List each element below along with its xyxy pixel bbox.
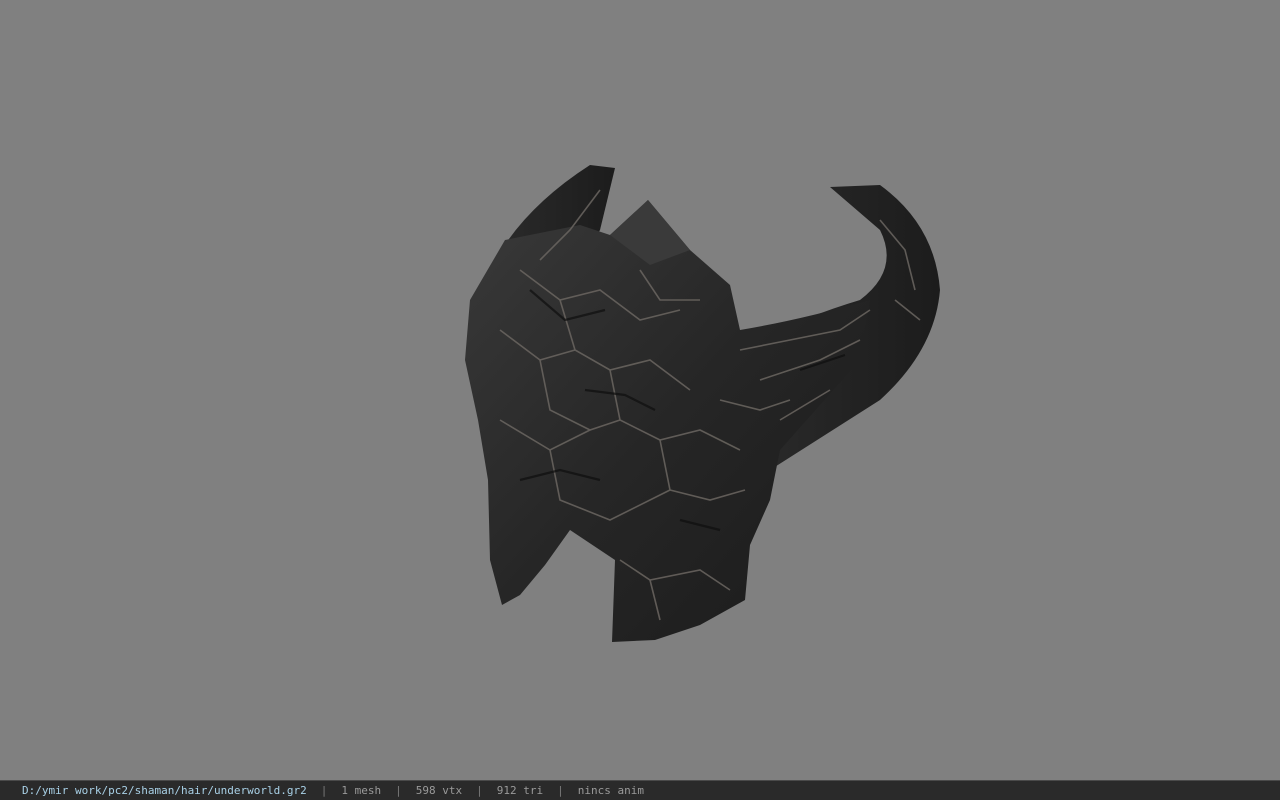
animation-status-text: nincs anim xyxy=(577,784,644,797)
3d-viewport[interactable] xyxy=(0,0,1280,780)
status-bar: D:/ymir work/pc2/shaman/hair/underworld.… xyxy=(0,780,1280,800)
vertex-count-text: 598 vtx xyxy=(415,784,463,797)
status-separator: | xyxy=(557,784,564,797)
status-separator: | xyxy=(395,784,402,797)
triangle-count-text: 912 tri xyxy=(496,784,544,797)
file-path-text: D:/ymir work/pc2/shaman/hair/underworld.… xyxy=(22,784,307,797)
mesh-count-text: 1 mesh xyxy=(341,784,382,797)
status-separator: | xyxy=(320,784,328,797)
helmet-model-render xyxy=(465,165,940,642)
status-separator: | xyxy=(476,784,483,797)
